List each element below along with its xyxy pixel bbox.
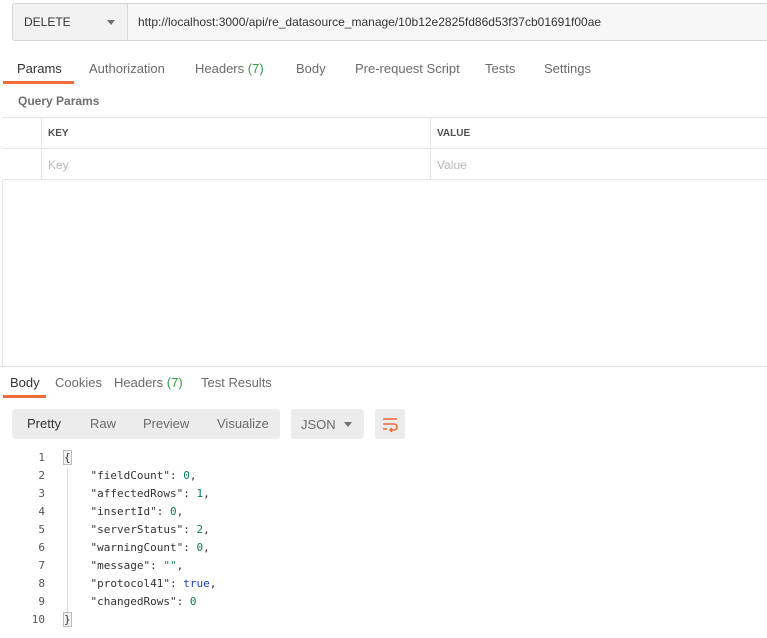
line-number: 5 [38, 523, 45, 536]
chevron-down-icon [107, 19, 115, 25]
response-tab-body[interactable]: Body [10, 370, 40, 398]
tab-params[interactable]: Params [17, 53, 62, 84]
tab-tests[interactable]: Tests [485, 53, 515, 84]
tab-headers-label: Headers [195, 61, 245, 76]
json-value: true [183, 577, 210, 590]
json-value: "" [163, 559, 177, 572]
chevron-down-icon [344, 422, 352, 427]
json-key: "warningCount" [90, 541, 184, 554]
json-key: "fieldCount" [90, 469, 170, 482]
code-line: 10} [0, 611, 767, 629]
view-raw-button[interactable]: Raw [90, 409, 116, 439]
request-bar: DELETE http://localhost:3000/api/re_data… [12, 3, 767, 41]
code-text: "message": "", [90, 559, 184, 572]
json-key: "message" [90, 559, 151, 572]
line-number: 3 [38, 487, 45, 500]
method-select[interactable]: DELETE [13, 4, 128, 40]
key-input[interactable]: Key [42, 149, 431, 180]
json-value: 0 [183, 469, 190, 482]
line-number: 4 [38, 505, 45, 518]
view-pretty-button[interactable]: Pretty [27, 409, 61, 439]
json-key: "serverStatus" [90, 523, 184, 536]
code-text: "protocol41": true, [90, 577, 217, 590]
tab-authorization[interactable]: Authorization [89, 53, 165, 84]
line-number: 9 [38, 595, 45, 608]
view-visualize-button[interactable]: Visualize [217, 409, 269, 439]
code-line: 3 "affectedRows": 1, [0, 485, 767, 503]
view-mode-bar: Pretty Raw Preview Visualize [12, 409, 280, 439]
json-key: "affectedRows" [90, 487, 184, 500]
code-text: { [63, 449, 72, 467]
tab-body[interactable]: Body [296, 53, 326, 84]
line-number: 10 [31, 613, 45, 626]
response-tab-headers-label: Headers [114, 375, 164, 390]
code-line: 7 "message": "", [0, 557, 767, 575]
response-tab-cookies[interactable]: Cookies [55, 370, 102, 398]
line-number: 7 [38, 559, 45, 572]
code-line: 4 "insertId": 0, [0, 503, 767, 521]
response-tab-headers-count: (7) [166, 375, 183, 390]
brace: } [63, 612, 72, 627]
tab-headers[interactable]: Headers (7) [195, 53, 264, 84]
table-header-row: KEY VALUE [2, 118, 767, 149]
code-line: 9 "changedRows": 0 [0, 593, 767, 611]
code-line: 8 "protocol41": true, [0, 575, 767, 593]
code-line: 1{ [0, 449, 767, 467]
row-gutter [2, 149, 42, 180]
response-tabs: Body Cookies Headers (7) Test Results [0, 370, 767, 398]
value-input[interactable]: Value [431, 149, 767, 180]
table-row: Key Value [2, 149, 767, 180]
code-text: "changedRows": 0 [90, 595, 197, 608]
code-line: 5 "serverStatus": 2, [0, 521, 767, 539]
json-value: 2 [196, 523, 204, 536]
row-gutter [2, 118, 42, 148]
tab-settings[interactable]: Settings [544, 53, 591, 84]
code-text: "affectedRows": 1, [90, 487, 210, 500]
column-header-value: VALUE [437, 127, 471, 139]
code-text: "insertId": 0, [90, 505, 184, 518]
line-number: 8 [38, 577, 45, 590]
code-text: "fieldCount": 0, [90, 469, 197, 482]
request-tabs: Params Authorization Headers (7) Body Pr… [0, 53, 767, 84]
response-divider[interactable] [0, 366, 767, 367]
response-tab-test-results[interactable]: Test Results [201, 370, 272, 398]
json-value: 0 [189, 595, 197, 608]
code-text: "serverStatus": 2, [90, 523, 210, 536]
line-number: 1 [38, 451, 45, 464]
tab-headers-count: (7) [247, 61, 264, 76]
code-text: "warningCount": 0, [90, 541, 210, 554]
line-number: 6 [38, 541, 45, 554]
json-value: 0 [196, 541, 204, 554]
json-key: "changedRows" [90, 595, 177, 608]
line-number: 2 [38, 469, 45, 482]
format-label: JSON [301, 416, 336, 432]
code-text: } [63, 611, 72, 629]
code-line: 6 "warningCount": 0, [0, 539, 767, 557]
query-params-title: Query Params [18, 94, 100, 108]
response-tab-headers[interactable]: Headers (7) [114, 370, 183, 398]
view-preview-button[interactable]: Preview [143, 409, 189, 439]
query-params-table: KEY VALUE Key Value [2, 117, 767, 180]
json-key: "protocol41" [90, 577, 170, 590]
tab-prerequest-script[interactable]: Pre-request Script [355, 53, 460, 84]
active-tab-indicator [3, 81, 74, 84]
code-line: 2 "fieldCount": 0, [0, 467, 767, 485]
json-key: "insertId" [90, 505, 157, 518]
url-input[interactable]: http://localhost:3000/api/re_datasource_… [128, 4, 767, 40]
wrap-lines-icon [383, 418, 398, 432]
panel-border [2, 180, 3, 366]
brace: { [63, 450, 72, 465]
active-response-tab-indicator [3, 395, 46, 398]
wrap-lines-button[interactable] [375, 409, 405, 439]
format-select[interactable]: JSON [291, 409, 364, 439]
method-label: DELETE [24, 15, 71, 29]
column-header-key: KEY [42, 118, 431, 148]
json-value: 0 [169, 505, 177, 518]
json-value: 1 [196, 487, 204, 500]
